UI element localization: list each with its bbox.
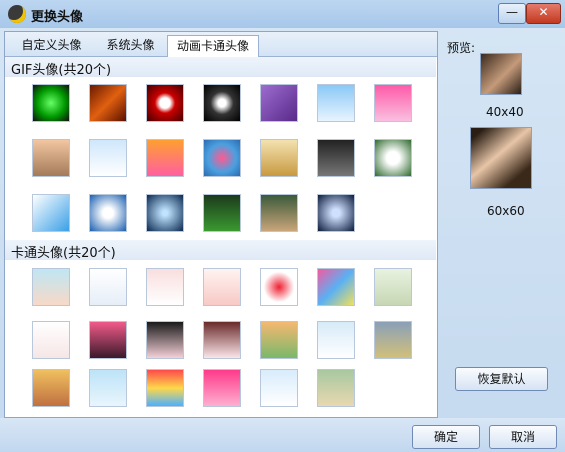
gif-avatar[interactable] [317, 194, 355, 232]
gif-avatar[interactable] [32, 84, 70, 122]
cartoon-avatar[interactable] [203, 369, 241, 407]
cartoon-avatar[interactable] [317, 268, 355, 306]
cartoon-avatar[interactable] [32, 321, 70, 359]
title-bar: 更换头像 — ✕ [0, 0, 565, 28]
cartoon-avatar[interactable] [317, 369, 355, 407]
preview-size-40-label: 40x40 [486, 105, 524, 119]
gif-avatar[interactable] [317, 84, 355, 122]
preview-panel: 预览: 40x40 60x60 恢复默认 [441, 31, 565, 416]
preview-label: 预览: [447, 41, 476, 55]
gif-section-header: GIF头像(共20个) [5, 57, 436, 78]
cartoon-avatar[interactable] [146, 321, 184, 359]
gif-avatar[interactable] [203, 84, 241, 122]
gif-avatar[interactable] [260, 84, 298, 122]
preview-avatar-60 [470, 127, 532, 189]
cartoon-avatar[interactable] [32, 369, 70, 407]
gif-avatar[interactable] [89, 84, 127, 122]
cartoon-avatar[interactable] [89, 321, 127, 359]
gif-avatar[interactable] [260, 194, 298, 232]
cartoon-avatar[interactable] [374, 268, 412, 306]
gif-avatar[interactable] [89, 139, 127, 177]
tab-custom-avatar[interactable]: 自定义头像 [10, 35, 93, 55]
cartoon-avatar[interactable] [374, 321, 412, 359]
restore-default-button[interactable]: 恢复默认 [455, 367, 548, 391]
avatar-panel: 自定义头像 系统头像 动画卡通头像 GIF头像(共20个) 卡通头像(共20个) [4, 31, 438, 418]
avatar-dialog: 更换头像 — ✕ 自定义头像 系统头像 动画卡通头像 GIF头像(共20个) 卡… [0, 0, 565, 452]
window-title: 更换头像 [31, 10, 84, 25]
gif-avatar[interactable] [146, 139, 184, 177]
close-button[interactable]: ✕ [526, 3, 561, 24]
cartoon-avatar[interactable] [260, 321, 298, 359]
cartoon-avatar[interactable] [89, 369, 127, 407]
gif-avatar[interactable] [317, 139, 355, 177]
preview-size-60-label: 60x60 [487, 204, 525, 218]
tab-system-avatar[interactable]: 系统头像 [97, 35, 164, 55]
cartoon-section-header: 卡通头像(共20个) [5, 240, 436, 261]
cancel-button[interactable]: 取消 [489, 425, 557, 449]
gif-avatar[interactable] [146, 194, 184, 232]
minimize-button[interactable]: — [498, 3, 526, 24]
cartoon-section-title: 卡通头像(共20个) [11, 246, 116, 261]
cartoon-avatar[interactable] [317, 321, 355, 359]
cartoon-avatar[interactable] [146, 268, 184, 306]
cartoon-avatar[interactable] [260, 369, 298, 407]
preview-avatar-40 [480, 53, 522, 95]
tab-bar: 自定义头像 系统头像 动画卡通头像 [5, 32, 437, 57]
ok-button[interactable]: 确定 [412, 425, 480, 449]
gif-avatar[interactable] [203, 139, 241, 177]
cartoon-avatar[interactable] [203, 268, 241, 306]
tab-animated-cartoon-avatar[interactable]: 动画卡通头像 [167, 35, 259, 57]
cartoon-avatar[interactable] [32, 268, 70, 306]
cartoon-avatar[interactable] [146, 369, 184, 407]
cartoon-avatar[interactable] [203, 321, 241, 359]
gif-avatar[interactable] [32, 194, 70, 232]
gif-avatar[interactable] [260, 139, 298, 177]
gif-avatar[interactable] [146, 84, 184, 122]
gif-avatar[interactable] [374, 139, 412, 177]
cartoon-avatar[interactable] [260, 268, 298, 306]
button-bar: 确定 取消 [0, 418, 565, 452]
gif-avatar[interactable] [32, 139, 70, 177]
gif-avatar[interactable] [203, 194, 241, 232]
app-icon [8, 5, 26, 23]
gif-avatar[interactable] [89, 194, 127, 232]
cartoon-avatar[interactable] [89, 268, 127, 306]
gif-section-title: GIF头像(共20个) [11, 63, 112, 78]
gif-avatar[interactable] [374, 84, 412, 122]
